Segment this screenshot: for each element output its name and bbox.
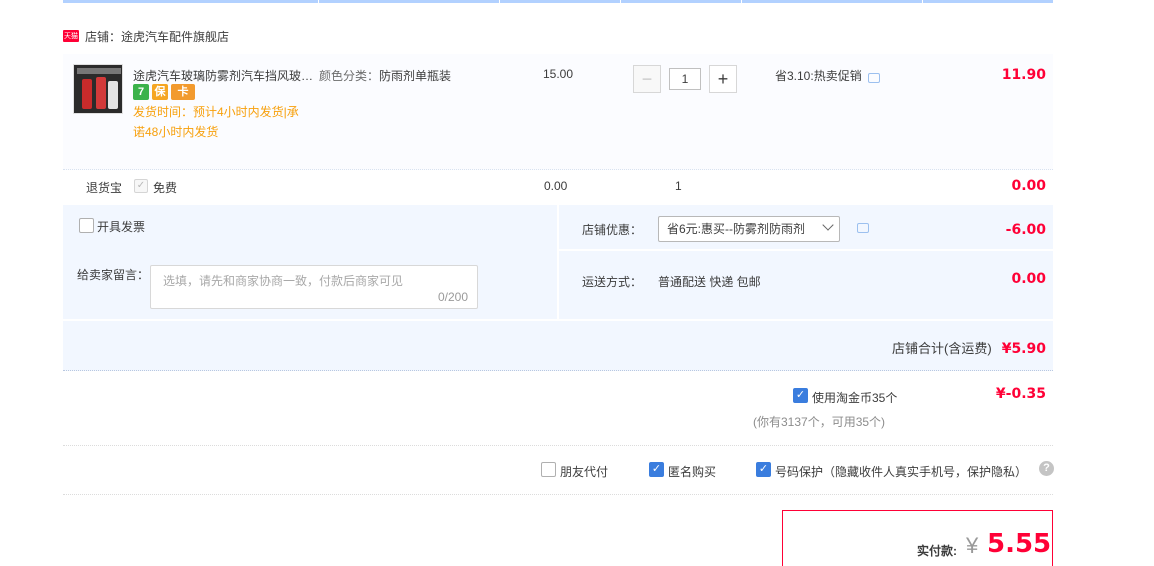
tmall-icon: 天猫 xyxy=(63,30,79,42)
guarantee-icon[interactable]: 保 xyxy=(152,84,168,100)
product-thumbnail[interactable] xyxy=(73,64,123,114)
seven-day-return-icon[interactable]: 7 xyxy=(133,84,149,100)
product-spec: 颜色分类：防雨剂单瓶装 xyxy=(319,67,451,84)
shop-subtotal-value: ¥5.90 xyxy=(1001,341,1046,357)
shipping-method-value: 普通配送 快递 包邮 xyxy=(658,275,761,289)
shipping-fee: 0.00 xyxy=(1011,271,1046,287)
increase-quantity-button[interactable]: + xyxy=(709,65,737,93)
invoice-label: 开具发票 xyxy=(97,220,146,234)
promotion-detail-icon[interactable] xyxy=(867,72,880,83)
return-insurance-total: 0.00 xyxy=(1011,178,1046,194)
return-insurance-free: 免费 xyxy=(153,181,178,195)
privacy-options-row: 朋友代付 ✓ 匿名购买 ✓ 号码保护（隐藏收件人真实手机号，保护隐私） ? xyxy=(63,447,1054,495)
help-icon[interactable]: ? xyxy=(1039,461,1054,476)
use-coins-label: 使用淘金币35个 xyxy=(812,391,898,405)
service-icons: 7 保 卡 xyxy=(133,84,195,100)
shop-coupon-value: 省6元:惠买--防雾剂防雨剂 xyxy=(667,222,806,236)
strip-divider xyxy=(922,0,923,3)
friend-pay-label: 朋友代付 xyxy=(560,465,609,479)
coins-discount-amount: ¥-0.35 xyxy=(995,386,1046,402)
return-insurance-price: 0.00 xyxy=(544,179,568,193)
promotion-text: 省3.10:热卖促销 xyxy=(775,69,862,83)
strip-divider xyxy=(318,0,319,3)
ship-time-text: 发货时间：预计4小时内发货|承诺48小时内发货 xyxy=(133,105,299,139)
number-protect-checkbox[interactable]: ✓ xyxy=(756,462,771,477)
payment-summary-box: 实付款: ¥ 5.55 xyxy=(782,510,1053,566)
payment-amount: 5.55 xyxy=(987,529,1052,559)
return-insurance-label: 退货宝 xyxy=(86,181,123,195)
card-payment-icon[interactable]: 卡 xyxy=(171,84,195,100)
shop-coupon-amount: -6.00 xyxy=(1005,222,1046,238)
shipping-method-label: 运送方式： xyxy=(582,275,643,289)
anonymous-buy-label: 匿名购买 xyxy=(668,465,717,479)
coins-balance-text: (你有3137个，可用35个) xyxy=(753,415,886,429)
seller-message-input[interactable]: 选填，请先和商家协商一致，付款后商家可见 0/200 xyxy=(150,265,478,309)
anonymous-buy-checkbox[interactable]: ✓ xyxy=(649,462,664,477)
spec-value: 防雨剂单瓶装 xyxy=(379,69,452,83)
column-header-strip xyxy=(63,0,1053,3)
chevron-down-icon xyxy=(822,219,834,231)
friend-pay-checkbox[interactable] xyxy=(541,462,556,477)
strip-divider xyxy=(620,0,621,3)
message-char-count: 0/200 xyxy=(437,290,468,304)
shop-coupon-label: 店铺优惠： xyxy=(582,223,643,237)
currency-symbol: ¥ xyxy=(966,533,979,558)
shop-coupon-select[interactable]: 省6元:惠买--防雾剂防雨剂 xyxy=(658,216,840,242)
quantity-stepper: − 1 + xyxy=(633,65,737,93)
row-divider xyxy=(63,319,1053,321)
shop-subtotal: 店铺合计(含运费) ¥5.90 xyxy=(892,338,1046,357)
order-options-panel: 开具发票 给卖家留言： 选填，请先和商家协商一致，付款后商家可见 0/200 店… xyxy=(63,205,1053,371)
invoice-checkbox[interactable] xyxy=(79,218,94,233)
number-protect-label: 号码保护（隐藏收件人真实手机号，保护隐私） xyxy=(775,465,1028,479)
promotion-info: 省3.10:热卖促销 xyxy=(775,67,880,84)
shop-name-link[interactable]: 店铺：途虎汽车配件旗舰店 xyxy=(85,28,229,45)
coupon-detail-icon[interactable] xyxy=(857,223,869,233)
row-divider xyxy=(559,249,1053,251)
options-right-column: 店铺优惠： 省6元:惠买--防雾剂防雨剂 -6.00 运送方式： 普通配送 快递… xyxy=(559,205,1053,319)
quantity-input[interactable]: 1 xyxy=(669,68,701,90)
strip-divider xyxy=(741,0,742,3)
product-title-link[interactable]: 途虎汽车玻璃防雾剂汽车挡风玻… xyxy=(133,67,315,84)
spec-label: 颜色分类： xyxy=(319,69,380,83)
shop-subtotal-label: 店铺合计(含运费) xyxy=(892,341,992,356)
return-insurance-checkbox[interactable]: ✓ xyxy=(134,179,148,193)
message-label: 给卖家留言： xyxy=(77,268,150,282)
return-insurance-qty: 1 xyxy=(675,179,682,193)
taojinbi-row: ✓ 使用淘金币35个 (你有3137个，可用35个) ¥-0.35 xyxy=(63,372,1053,446)
message-placeholder: 选填，请先和商家协商一致，付款后商家可见 xyxy=(163,274,404,288)
quantity-field-wrap: 1 xyxy=(665,65,705,93)
options-left-column: 开具发票 给卖家留言： 选填，请先和商家协商一致，付款后商家可见 0/200 xyxy=(63,205,557,319)
decrease-quantity-button[interactable]: − xyxy=(633,65,661,93)
strip-divider xyxy=(499,0,500,3)
order-item: 途虎汽车玻璃防雾剂汽车挡风玻… 7 保 卡 发货时间：预计4小时内发货|承诺48… xyxy=(63,54,1053,170)
use-coins-checkbox[interactable]: ✓ xyxy=(793,388,808,403)
unit-price: 15.00 xyxy=(543,67,574,81)
item-total-price: 11.90 xyxy=(1001,67,1046,83)
return-insurance-row: 退货宝 ✓ 免费 0.00 1 0.00 xyxy=(63,176,1053,198)
shop-header: 天猫 店铺：途虎汽车配件旗舰店 xyxy=(63,28,229,44)
payment-label: 实付款: xyxy=(917,544,957,558)
